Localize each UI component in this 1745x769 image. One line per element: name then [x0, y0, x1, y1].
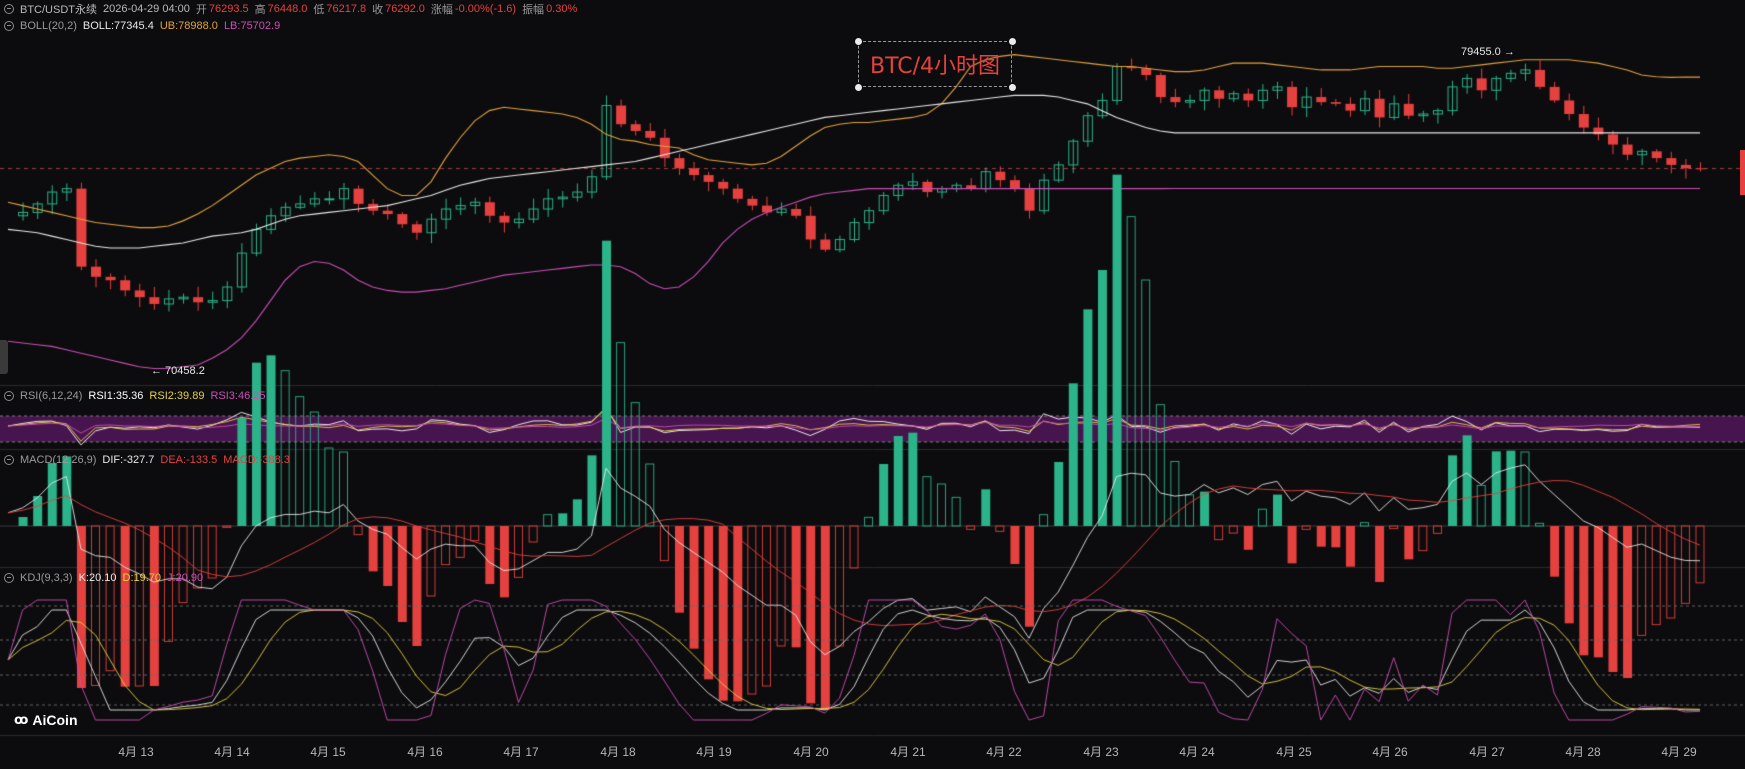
x-tick: 4月 25	[1276, 745, 1312, 759]
d-value: D:19.70	[122, 572, 162, 584]
low-price-marker: ← 70458.2	[151, 365, 205, 377]
boll-lb: LB:75702.9	[223, 20, 281, 32]
macd-name[interactable]: MACD(12,26,9)	[20, 454, 96, 466]
resize-handle[interactable]	[855, 38, 862, 45]
kdj-name[interactable]: KDJ(9,3,3)	[20, 572, 73, 584]
price-axis-marker	[1740, 150, 1745, 195]
x-tick: 4月 17	[503, 745, 539, 759]
resize-handle[interactable]	[855, 84, 862, 91]
close-value: 76292.0	[385, 3, 425, 15]
boll-ub: UB:78988.0	[159, 20, 218, 32]
x-tick: 4月 26	[1372, 745, 1408, 759]
aicoin-logo-icon: ꝏ	[14, 712, 29, 727]
boll-mid: BOLL:77345.4	[82, 20, 154, 32]
rsi2-value: RSI2:39.89	[149, 390, 205, 402]
x-tick: 4月 24	[1179, 745, 1215, 759]
change-label: 涨幅	[430, 4, 453, 16]
x-tick: 4月 14	[214, 745, 250, 759]
x-tick: 4月 15	[310, 745, 346, 759]
collapse-icon[interactable]	[4, 455, 14, 465]
resize-handle[interactable]	[1009, 38, 1016, 45]
kdj-legend: KDJ(9,3,3) K:20.10 D:19.70 J:20.90	[0, 569, 203, 587]
symbol-label[interactable]: BTC/USDT永续	[20, 1, 97, 17]
x-tick: 4月 18	[600, 745, 636, 759]
low-label: 低	[313, 4, 325, 16]
x-tick: 4月 28	[1565, 745, 1601, 759]
rsi-legend: RSI(6,12,24) RSI1:35.36 RSI2:39.89 RSI3:…	[0, 387, 266, 405]
chart-title-box[interactable]: BTC/4小时图	[858, 41, 1012, 87]
high-label: 高	[254, 4, 266, 16]
resize-handle[interactable]	[1009, 84, 1016, 91]
x-tick: 4月 22	[986, 745, 1022, 759]
boll-name[interactable]: BOLL(20,2)	[20, 20, 77, 32]
change-value: -0.00%(-1.6)	[454, 3, 517, 15]
x-tick: 4月 27	[1469, 745, 1505, 759]
high-value: 76448.0	[267, 3, 308, 15]
collapse-icon[interactable]	[4, 4, 14, 14]
panel-toggle-tab[interactable]	[0, 340, 8, 374]
x-tick: 4月 16	[407, 745, 443, 759]
low-value: 76217.8	[326, 3, 367, 15]
collapse-icon[interactable]	[4, 391, 14, 401]
x-tick: 4月 20	[793, 745, 829, 759]
dif-value: DIF:-327.7	[102, 454, 155, 466]
amplitude-value: 0.30%	[546, 3, 578, 15]
close-label: 收	[372, 4, 384, 16]
ohlc-header: BTC/USDT永续 2026-04-29 04:00 开 76293.5 高 76…	[0, 0, 577, 18]
macd-legend: MACD(12,26,9) DIF:-327.7 DEA:-133.5 MACD…	[0, 451, 290, 469]
open-value: 76293.5	[208, 3, 249, 15]
chart-canvas[interactable]	[0, 0, 1745, 769]
aicoin-logo: ꝏ AiCoin	[14, 712, 78, 728]
k-value: K:20.10	[78, 572, 117, 584]
collapse-icon[interactable]	[4, 573, 14, 583]
rsi1-value: RSI1:35.36	[88, 390, 144, 402]
x-tick: 4月 23	[1083, 745, 1119, 759]
macd-value: MACD:-388.3	[223, 454, 290, 466]
datetime-label: 2026-04-29 04:00	[103, 3, 190, 15]
x-tick: 4月 19	[696, 745, 732, 759]
chart-title: BTC/4小时图	[869, 54, 1000, 79]
dea-value: DEA:-133.5	[160, 454, 218, 466]
amplitude-label: 振幅	[522, 4, 545, 16]
x-tick: 4月 13	[118, 745, 154, 759]
rsi3-value: RSI3:46.25	[210, 390, 266, 402]
rsi-name[interactable]: RSI(6,12,24)	[20, 390, 82, 402]
collapse-icon[interactable]	[4, 21, 14, 31]
j-value: J:20.90	[167, 572, 204, 584]
boll-legend: BOLL(20,2) BOLL:77345.4 UB:78988.0 LB:75…	[0, 17, 280, 35]
logo-text: AiCoin	[32, 712, 78, 728]
open-label: 开	[195, 4, 207, 16]
x-tick: 4月 21	[890, 745, 926, 759]
high-price-marker: 79455.0 →	[1461, 46, 1515, 58]
x-tick: 4月 29	[1661, 745, 1697, 759]
